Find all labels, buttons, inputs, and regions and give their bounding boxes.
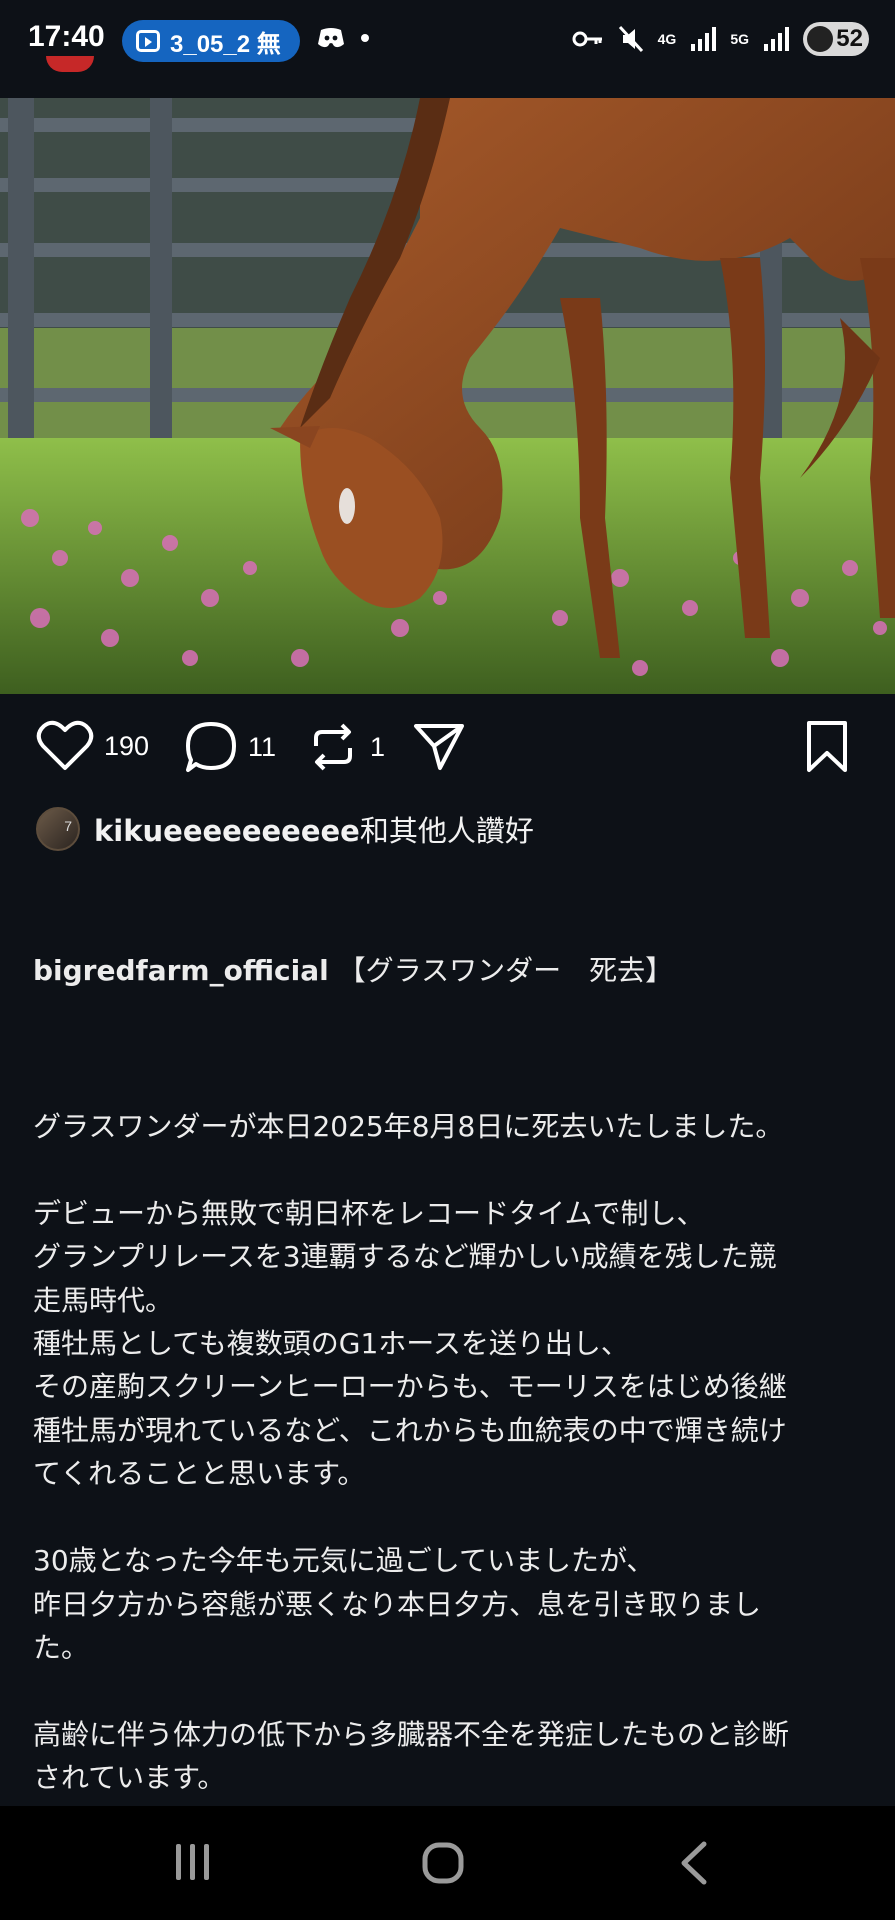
horse-photo [0,98,895,694]
likes-text: kikueeeeeeeeee和其他人讚好 [94,808,534,850]
heart-icon[interactable] [36,720,94,772]
post-actions: 190 11 1 [0,706,895,792]
discord-icon [318,28,344,48]
comment-icon[interactable] [184,720,238,774]
repost-icon[interactable] [306,720,360,774]
caption-header: bigredfarm_official 【グラスワンダー 死去】 [33,949,873,992]
network-5g-label: 5G [730,31,749,47]
home-icon[interactable] [420,1840,466,1886]
comment-count: 11 [248,731,277,762]
likes-suffix: 和其他人讚好 [359,814,534,848]
avatar[interactable] [36,807,80,851]
post-caption: bigredfarm_official 【グラスワンダー 死去】 グラスワンダー… [33,862,873,1920]
repost-count: 1 [370,731,386,762]
system-nav-bar [0,1806,895,1920]
mute-icon [618,25,643,53]
bookmark-icon[interactable] [804,720,850,774]
recent-apps-icon[interactable] [172,1840,214,1884]
system-status-icons: 4G 5G 52 [572,22,869,56]
tv-icon [136,30,160,52]
author-username[interactable]: bigredfarm_official [33,954,329,987]
send-icon[interactable] [412,720,466,774]
key-icon [572,31,602,47]
post-image[interactable] [0,98,895,694]
repost-action[interactable]: 1 [306,720,385,774]
signal-icon [764,27,789,51]
liker-username[interactable]: kikueeeeeeeeee [94,814,360,848]
network-4g-label: 4G [657,31,677,47]
signal-icon [691,27,717,51]
status-time: 17:40 [28,20,105,53]
share-action[interactable] [412,720,466,774]
dot-icon [361,34,369,42]
battery-indicator: 52 [803,22,869,56]
comment-action[interactable]: 11 [184,720,276,774]
media-notification-pill[interactable]: 3_05_2 無 [122,20,300,62]
likes-summary[interactable]: kikueeeeeeeeee和其他人讚好 [36,804,534,854]
status-bar: 17:40 3_05_2 無 4G 5G 52 [0,0,895,98]
caption-title: 【グラスワンダー 死去】 [337,953,674,987]
caption-body: グラスワンダーが本日2025年8月8日に死去いたしました。 デビューから無敗で朝… [33,1110,790,1920]
like-action[interactable]: 190 [36,720,149,772]
media-title: 3_05_2 無 [170,30,281,58]
like-count: 190 [104,730,150,761]
avatar-peek [46,56,94,72]
save-action[interactable] [804,720,850,774]
notification-icons [316,26,370,50]
back-icon[interactable] [676,1840,712,1886]
